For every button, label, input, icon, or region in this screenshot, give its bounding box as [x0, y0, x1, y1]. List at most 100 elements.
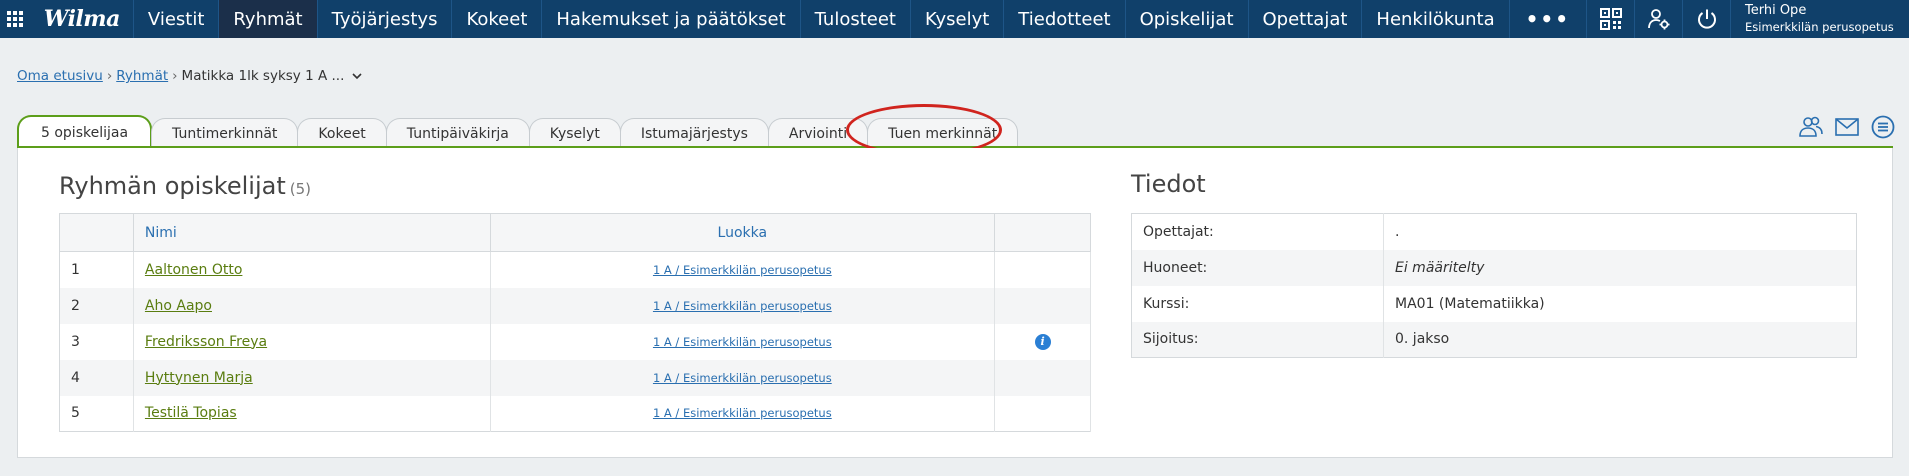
user-school: Esimerkkilän perusopetus — [1745, 20, 1894, 34]
nav-item-hakemukset-ja-paatokset[interactable]: Hakemukset ja päätökset — [541, 0, 799, 38]
student-info-cell — [994, 395, 1091, 432]
nav-item-opiskelijat[interactable]: Opiskelijat — [1124, 0, 1248, 38]
user-menu[interactable]: Terhi Ope Esimerkkilän perusopetus — [1730, 0, 1909, 38]
student-info-cell — [994, 359, 1091, 396]
column-header-info — [994, 213, 1091, 252]
nav-item-tiedotteet[interactable]: Tiedotteet — [1003, 0, 1124, 38]
detail-row: Sijoitus: 0. jakso — [1131, 321, 1857, 358]
detail-key: Sijoitus: — [1131, 321, 1384, 358]
student-name-cell: Testilä Topias — [133, 395, 491, 432]
nav-item-opettajat[interactable]: Opettajat — [1247, 0, 1362, 38]
user-settings-icon[interactable] — [1634, 0, 1682, 38]
column-header-number — [59, 213, 134, 252]
student-name-link[interactable]: Fredriksson Freya — [145, 334, 267, 350]
nav-item-viestit[interactable]: Viestit — [132, 0, 219, 38]
tab-tuntimerkinnat[interactable]: Tuntimerkinnät — [151, 118, 299, 148]
tab-tuen-merkinnat[interactable]: Tuen merkinnät — [867, 118, 1019, 148]
tab-tools — [1799, 115, 1895, 139]
top-navbar: Wilma Viestit Ryhmät Työjärjestys Kokeet Hak… — [0, 0, 1909, 38]
tab-kyselyt[interactable]: Kyselyt — [528, 118, 621, 148]
student-name-cell: Hyttynen Marja — [133, 359, 491, 396]
details-table: Opettajat:. Huoneet: Ei määritelty Kurssi: M… — [1131, 213, 1857, 358]
student-class-cell: 1 A / Esimerkkilän perusopetus — [490, 287, 996, 324]
student-number: 3 — [59, 323, 134, 360]
student-class-link[interactable]: 1 A / Esimerkkilän perusopetus — [653, 371, 832, 385]
students-title: Ryhmän opiskelijat — [59, 172, 286, 200]
wilma-logo[interactable]: Wilma — [31, 0, 133, 38]
column-header-class[interactable]: Luokka — [490, 213, 996, 252]
main-nav: Viestit Ryhmät Työjärjestys Kokeet Hakemukse… — [132, 0, 1509, 38]
student-class-link[interactable]: 1 A / Esimerkkilän perusopetus — [653, 263, 832, 277]
detail-value: . — [1395, 223, 1400, 240]
chevron-down-icon[interactable] — [352, 70, 362, 83]
info-icon[interactable]: i — [1034, 333, 1051, 350]
tab-tuntipaivakirja[interactable]: Tuntipäiväkirja — [385, 118, 530, 148]
student-class-cell: 1 A / Esimerkkilän perusopetus — [490, 395, 996, 432]
more-menu-button[interactable]: ••• — [1508, 0, 1586, 38]
students-heading: Ryhmän opiskelijat (5) — [59, 172, 311, 200]
group-users-icon[interactable] — [1799, 115, 1823, 139]
detail-row: Huoneet: Ei määritelty — [1131, 249, 1857, 286]
detail-value: 0. jakso — [1383, 321, 1857, 358]
student-name-cell: Aho Aapo — [133, 287, 491, 324]
student-class-cell: 1 A / Esimerkkilän perusopetus — [490, 359, 996, 396]
detail-key: Opettajat: — [1131, 213, 1384, 250]
students-table-header: Nimi Luokka — [59, 213, 1091, 252]
mail-icon[interactable] — [1835, 115, 1859, 139]
column-header-name[interactable]: Nimi — [133, 213, 491, 252]
student-class-cell: 1 A / Esimerkkilän perusopetus — [490, 251, 996, 288]
student-name-link[interactable]: Aho Aapo — [145, 298, 212, 314]
breadcrumb-separator: › — [172, 68, 178, 84]
menu-list-icon[interactable] — [1871, 115, 1895, 139]
student-number: 1 — [59, 251, 134, 288]
details-title: Tiedot — [1131, 170, 1206, 198]
group-tabs: 5 opiskelijaa Tuntimerkinnät Kokeet Tuntipä… — [17, 114, 1019, 148]
detail-value: Ei määritelty — [1383, 249, 1857, 286]
detail-key: Huoneet: — [1131, 249, 1384, 286]
breadcrumb: Oma etusivu › Ryhmät › Matikka 1lk syksy… — [17, 68, 362, 84]
student-number: 2 — [59, 287, 134, 324]
nav-item-kokeet[interactable]: Kokeet — [451, 0, 541, 38]
student-number: 4 — [59, 359, 134, 396]
student-name-cell: Fredriksson Freya — [133, 323, 491, 360]
students-count: (5) — [289, 180, 311, 198]
student-name-cell: Aaltonen Otto — [133, 251, 491, 288]
student-class-cell: 1 A / Esimerkkilän perusopetus — [490, 323, 996, 360]
student-class-link[interactable]: 1 A / Esimerkkilän perusopetus — [653, 299, 832, 313]
nav-item-kyselyt[interactable]: Kyselyt — [909, 0, 1003, 38]
navbar-right: Terhi Ope Esimerkkilän perusopetus — [1586, 0, 1909, 38]
tab-istumajarjestys[interactable]: Istumajärjestys — [619, 118, 769, 148]
breadcrumb-groups-link[interactable]: Ryhmät — [116, 68, 168, 84]
apps-grid-icon[interactable] — [0, 0, 31, 38]
students-table: Nimi Luokka 1 Aaltonen Otto 1 A / Esimerkk… — [59, 213, 1091, 432]
nav-item-tulosteet[interactable]: Tulosteet — [799, 0, 910, 38]
student-name-link[interactable]: Hyttynen Marja — [145, 370, 253, 386]
breadcrumb-home-link[interactable]: Oma etusivu — [17, 68, 103, 84]
student-name-link[interactable]: Testilä Topias — [145, 405, 237, 421]
tab-5-opiskelijaa[interactable]: 5 opiskelijaa — [17, 115, 153, 148]
nav-item-tyojarjestys[interactable]: Työjärjestys — [316, 0, 452, 38]
detail-key: Kurssi: — [1131, 285, 1384, 322]
student-class-link[interactable]: 1 A / Esimerkkilän perusopetus — [653, 335, 832, 349]
detail-row: Kurssi: MA01 (Matematiikka) — [1131, 285, 1857, 322]
student-info-cell — [994, 287, 1091, 324]
table-row: 3 Fredriksson Freya 1 A / Esimerkkilän per… — [59, 323, 1091, 360]
breadcrumb-separator: › — [106, 68, 113, 84]
breadcrumb-current-group[interactable]: Matikka 1lk syksy 1 A ... — [182, 68, 345, 84]
content-panel: Ryhmän opiskelijat (5) Nimi Luokka 1 Aalto… — [17, 148, 1893, 458]
student-class-link[interactable]: 1 A / Esimerkkilän perusopetus — [653, 406, 832, 420]
table-row: 5 Testilä Topias 1 A / Esimerkkilän peruso… — [59, 395, 1091, 432]
student-name-link[interactable]: Aaltonen Otto — [145, 262, 242, 278]
power-icon[interactable] — [1682, 0, 1730, 38]
tab-arviointi[interactable]: Arviointi — [767, 118, 869, 148]
student-info-cell — [994, 251, 1091, 288]
qr-code-icon[interactable] — [1586, 0, 1634, 38]
student-number: 5 — [59, 395, 134, 432]
nav-item-ryhmat[interactable]: Ryhmät — [218, 0, 317, 38]
table-row: 1 Aaltonen Otto 1 A / Esimerkkilän perusop… — [59, 251, 1091, 288]
nav-item-henkilokunta[interactable]: Henkilökunta — [1361, 0, 1508, 38]
detail-value: MA01 (Matematiikka) — [1395, 295, 1545, 312]
tab-kokeet[interactable]: Kokeet — [297, 118, 387, 148]
detail-row: Opettajat:. — [1131, 213, 1857, 250]
table-row: 2 Aho Aapo 1 A / Esimerkkilän perusopetus — [59, 287, 1091, 324]
